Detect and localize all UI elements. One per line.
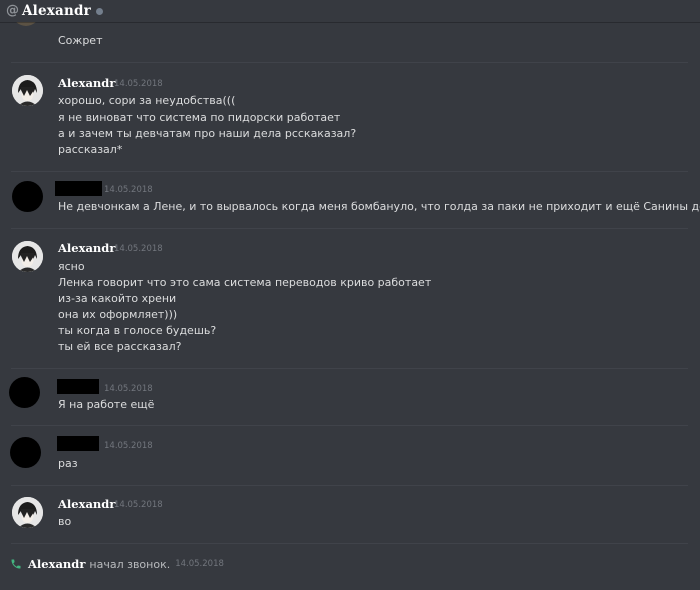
message-line: Сожрет (58, 34, 103, 47)
message-divider (11, 368, 688, 369)
message-author[interactable]: Alexandr (58, 76, 115, 90)
call-timestamp: 14.05.2018 (175, 559, 224, 569)
message-line: хорошо, сори за неудобства((( (58, 94, 236, 107)
message-line: я не виноват что система по пидорски раб… (58, 111, 341, 124)
message-divider (11, 228, 688, 229)
message-line: Я на работе ещё (58, 398, 155, 411)
redacted-username (55, 181, 102, 196)
message-timestamp: 14.05.2018 (104, 384, 153, 394)
message-divider (11, 543, 688, 544)
message-author[interactable]: Alexandr (58, 241, 115, 255)
message-timestamp: 14.05.2018 (104, 185, 153, 195)
avatar[interactable] (12, 75, 43, 106)
dm-chat-window: @ Alexandr Сожрет Alexandr 14.05.2018 хо… (0, 0, 700, 590)
avatar[interactable] (12, 181, 43, 212)
message-divider (11, 425, 688, 426)
redacted-username (57, 436, 99, 451)
status-indicator-icon (95, 8, 103, 15)
message-divider (11, 485, 688, 486)
avatar[interactable] (12, 497, 43, 528)
dm-username-title[interactable]: Alexandr (22, 3, 91, 19)
message-line: во (58, 515, 72, 528)
message-timestamp: 14.05.2018 (114, 500, 163, 510)
message-line: рассказал* (58, 143, 123, 156)
avatar[interactable] (9, 377, 40, 408)
avatar[interactable] (10, 437, 41, 468)
at-icon: @ (6, 3, 19, 18)
message-line: ты когда в голосе будешь? (58, 324, 217, 337)
phone-icon (11, 559, 21, 569)
channel-header: @ Alexandr (0, 0, 700, 22)
message-line: ты ей все рассказал? (58, 340, 182, 353)
call-event-text: начал звонок. (89, 557, 171, 571)
message-line: Ленка говорит что это сама система перев… (58, 276, 432, 289)
call-started-event: Alexandr начал звонок. 14.05.2018 (10, 557, 224, 571)
message-line: а и зачем ты девчатам про наши дела рсск… (58, 127, 357, 140)
message-divider (11, 62, 688, 63)
call-initiator[interactable]: Alexandr (28, 557, 85, 571)
avatar[interactable] (12, 241, 43, 272)
message-timestamp: 14.05.2018 (114, 244, 163, 254)
message-timestamp: 14.05.2018 (104, 441, 153, 451)
message-timestamp: 14.05.2018 (114, 79, 163, 89)
message-line: Не девчонкам а Лене, и то вырвалось когд… (58, 200, 700, 213)
message-line: из-за какойто хрени (58, 292, 177, 305)
message-line: ясно (58, 260, 85, 273)
message-line: раз (58, 457, 78, 470)
redacted-username (57, 379, 99, 394)
message-line: она их оформляет))) (58, 308, 178, 321)
message-author[interactable]: Alexandr (58, 497, 115, 511)
message-divider (11, 171, 688, 172)
